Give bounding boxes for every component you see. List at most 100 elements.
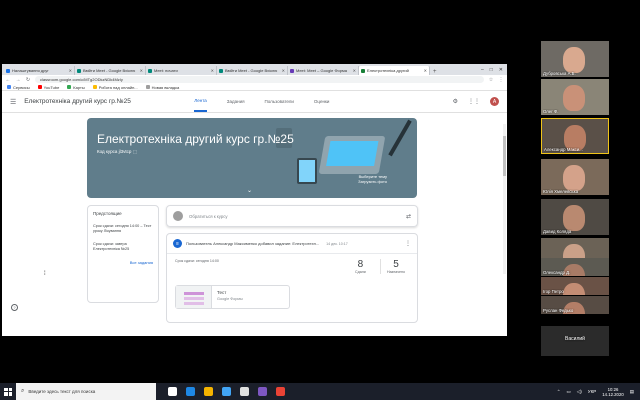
assignment-icon: ≡ bbox=[173, 239, 182, 248]
laptop-illustration bbox=[318, 136, 386, 174]
explorer-icon[interactable] bbox=[204, 387, 213, 396]
close-tab-icon[interactable]: ✕ bbox=[353, 68, 356, 73]
post-header[interactable]: ≡ Пользователь Александр Максименко доба… bbox=[167, 234, 417, 253]
participant-tile[interactable]: Руслан Федько bbox=[541, 296, 609, 314]
url-input[interactable]: classroom.google.com/c/MTg2ODkzNDk4MzIy bbox=[35, 76, 484, 83]
more-options-icon[interactable]: ⋮ bbox=[405, 240, 411, 247]
help-icon[interactable]: ? bbox=[11, 304, 18, 311]
reload-icon[interactable]: ↻ bbox=[25, 77, 31, 83]
tab-grades[interactable]: Оценки bbox=[314, 91, 330, 112]
edge-icon[interactable] bbox=[186, 387, 195, 396]
bookmark-item[interactable]: Робота над онлайн... bbox=[92, 85, 138, 90]
assigned-stat[interactable]: 5 Назначено bbox=[387, 259, 405, 274]
apps-grid-icon[interactable]: ⋮⋮ bbox=[468, 98, 480, 105]
post-title[interactable]: Пользователь Александр Максименко добави… bbox=[186, 241, 319, 246]
form-thumbnail bbox=[176, 286, 212, 308]
repost-icon[interactable]: ⇄ bbox=[406, 213, 411, 220]
course-title[interactable]: Електротехніка другий курс гр.№25 bbox=[24, 98, 174, 105]
upcoming-item[interactable]: Срок сдачи: сегодня 14:00 – Тест уроку Л… bbox=[93, 224, 153, 234]
favicon-icon bbox=[77, 68, 81, 73]
viber-icon[interactable] bbox=[258, 387, 267, 396]
browser-tab[interactable]: Електротехніка другий ✕ bbox=[359, 66, 430, 75]
participant-tile[interactable]: Василий bbox=[541, 326, 609, 356]
mouse-cursor-icon: ⁞ bbox=[44, 271, 46, 277]
new-tab-button[interactable]: + bbox=[433, 69, 437, 75]
participant-tile[interactable]: Юлія Хмелевська bbox=[541, 159, 609, 195]
hamburger-icon[interactable]: ☰ bbox=[10, 98, 16, 106]
upcoming-item[interactable]: Срок сдачи: завтра Електротехніка №25 bbox=[93, 242, 153, 252]
notifications-icon[interactable]: ▤ bbox=[630, 389, 634, 395]
store-icon[interactable] bbox=[222, 387, 231, 396]
browser-tab[interactable]: Meet: Meet – Google Форма ✕ bbox=[288, 66, 359, 75]
scrollbar[interactable] bbox=[503, 124, 506, 274]
favicon-icon bbox=[361, 68, 365, 73]
bookmark-icon bbox=[67, 85, 72, 89]
settings-icon[interactable]: ⚙ bbox=[453, 98, 458, 105]
bookmark-label: Карты bbox=[73, 84, 85, 90]
close-window-button[interactable]: ✕ bbox=[499, 67, 503, 73]
bookmark-icon bbox=[92, 85, 97, 89]
tab-label: Meet: почати bbox=[154, 68, 178, 73]
participant-tile[interactable]: Дубровська А.Б. bbox=[541, 41, 609, 77]
browser-tab[interactable]: Ввійти Meet - Google Вхіклю ✕ bbox=[217, 66, 288, 75]
upcoming-title: Предстоящие bbox=[93, 211, 122, 216]
start-button[interactable] bbox=[0, 383, 16, 400]
network-icon[interactable]: ▭ bbox=[567, 389, 571, 395]
chevron-down-icon[interactable]: ⌄ bbox=[247, 187, 252, 194]
participant-tile[interactable]: Александр Макси... bbox=[541, 118, 609, 154]
close-tab-icon[interactable]: ✕ bbox=[211, 68, 214, 73]
forward-icon[interactable]: → bbox=[15, 77, 21, 83]
maximize-button[interactable]: □ bbox=[490, 67, 493, 73]
bookmark-label: YouTube bbox=[43, 84, 60, 90]
volume-icon[interactable]: ◁) bbox=[577, 389, 582, 395]
back-icon[interactable]: ← bbox=[5, 77, 11, 83]
chrome-icon[interactable] bbox=[276, 387, 285, 396]
bookmark-item[interactable]: YouTube bbox=[37, 84, 60, 90]
minimize-button[interactable]: – bbox=[481, 67, 484, 73]
browser-tab[interactable]: Налаштування друг ✕ bbox=[4, 66, 75, 75]
close-tab-icon[interactable]: ✕ bbox=[140, 68, 143, 73]
star-icon[interactable]: ☆ bbox=[488, 77, 494, 83]
participant-tile[interactable]: Олег Ф. bbox=[541, 79, 609, 115]
bookmark-item[interactable]: Карты bbox=[67, 84, 85, 90]
bookmark-label: Сервисы bbox=[13, 84, 30, 90]
task-view-icon[interactable] bbox=[168, 387, 177, 396]
submitted-stat[interactable]: 8 Сдали bbox=[355, 259, 381, 274]
bookmarks-bar: Сервисы YouTube Карты Робота над онлайн... Н… bbox=[2, 84, 507, 91]
close-tab-icon[interactable]: ✕ bbox=[424, 68, 427, 73]
mail-icon[interactable] bbox=[240, 387, 249, 396]
taskbar-apps bbox=[168, 387, 285, 396]
announce-placeholder: Обратиться к курсу bbox=[189, 213, 228, 219]
tray-chevron-icon[interactable]: ⌃ bbox=[557, 389, 561, 395]
stream-page: Електротехніка другий курс гр.№25 Код ку… bbox=[2, 113, 507, 323]
bookmark-item[interactable]: Новая вкладка bbox=[145, 85, 179, 90]
scrollbar-thumb[interactable] bbox=[503, 136, 506, 176]
post-body: Срок сдачи: сегодня 14:00 8 Сдали 5 Назн… bbox=[167, 253, 417, 323]
taskbar-search[interactable]: ⌕ Введите здесь текст для поиска bbox=[16, 383, 156, 400]
browser-tab[interactable]: Meet: почати ✕ bbox=[146, 66, 217, 75]
tab-stream[interactable]: Лента bbox=[194, 91, 207, 112]
announce-box[interactable]: Обратиться к курсу ⇄ bbox=[166, 205, 418, 227]
tablet-illustration bbox=[297, 158, 317, 184]
language-indicator[interactable]: УКР bbox=[588, 389, 596, 394]
participant-tile[interactable]: Ігор Петро bbox=[541, 277, 609, 295]
clock[interactable]: 10:26 14.12.2020 bbox=[602, 387, 624, 397]
bookmark-item[interactable]: Сервисы bbox=[7, 85, 30, 90]
assigned-count: 5 bbox=[393, 259, 399, 270]
close-tab-icon[interactable]: ✕ bbox=[69, 68, 72, 73]
participant-tile[interactable]: Олександр Д. bbox=[541, 258, 609, 276]
close-tab-icon[interactable]: ✕ bbox=[282, 68, 285, 73]
tab-people[interactable]: Пользователи bbox=[265, 91, 294, 112]
course-code[interactable]: Код курса jl3vtcp ⬚ bbox=[97, 149, 137, 155]
menu-icon[interactable]: ⋮ bbox=[498, 77, 504, 83]
participant-tile[interactable]: Давид Коляда bbox=[541, 199, 609, 235]
assignment-post: ≡ Пользователь Александр Максименко доба… bbox=[166, 233, 418, 323]
view-all-link[interactable]: Все задания bbox=[93, 260, 153, 265]
account-avatar[interactable]: A bbox=[490, 97, 499, 106]
form-attachment[interactable]: Тест Google Формы bbox=[175, 285, 290, 309]
classroom-header: ☰ Електротехніка другий курс гр.№25 Лент… bbox=[2, 91, 507, 113]
upload-photo-link[interactable]: Загрузить фото bbox=[358, 179, 387, 184]
browser-tab[interactable]: Ввійти Meet - Google Вхіклю ✕ bbox=[75, 66, 146, 75]
attachment-title: Тест bbox=[217, 290, 227, 295]
tab-classwork[interactable]: Задания bbox=[227, 91, 245, 112]
